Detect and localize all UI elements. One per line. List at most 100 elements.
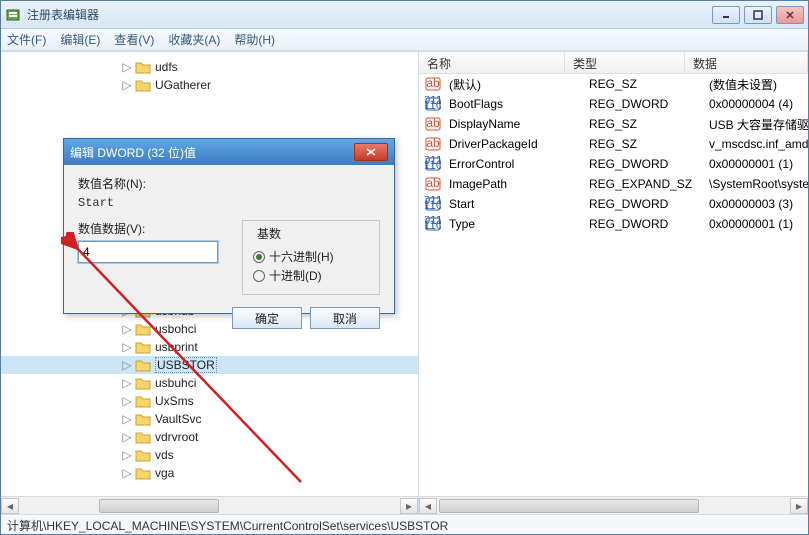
reg-string-icon: ab bbox=[425, 136, 441, 152]
radio-unchecked-icon bbox=[253, 270, 265, 282]
reg-string-icon: ab bbox=[425, 76, 441, 92]
svg-text:110: 110 bbox=[425, 218, 441, 232]
titlebar: 注册表编辑器 bbox=[1, 1, 808, 29]
tree-item[interactable]: ▷USBSTOR bbox=[1, 356, 418, 374]
value-type: REG_DWORD bbox=[581, 157, 701, 171]
value-row[interactable]: 011110StartREG_DWORD0x00000003 (3) bbox=[419, 194, 808, 214]
value-name: Start bbox=[441, 197, 581, 211]
dialog-body: 数值名称(N): Start 数值数据(V): 基数 十六进制(H) bbox=[64, 165, 394, 339]
values-pane: 名称 类型 数据 ab(默认)REG_SZ(数值未设置)011110BootFl… bbox=[419, 52, 808, 514]
menu-view[interactable]: 查看(V) bbox=[114, 31, 154, 48]
value-data-input[interactable] bbox=[78, 241, 218, 263]
folder-icon bbox=[135, 466, 151, 480]
column-name[interactable]: 名称 bbox=[419, 52, 565, 73]
scroll-left-button[interactable]: ◂ bbox=[1, 498, 19, 514]
scroll-track[interactable] bbox=[437, 498, 790, 514]
tree-item-label: usbprint bbox=[155, 340, 198, 354]
tree-item-label: vga bbox=[155, 466, 174, 480]
tree-item[interactable]: ▷VaultSvc bbox=[1, 410, 418, 428]
maximize-button[interactable] bbox=[744, 6, 772, 24]
tree-item[interactable]: ▷UGatherer bbox=[1, 76, 418, 94]
value-row[interactable]: abImagePathREG_EXPAND_SZ\SystemRoot\syst… bbox=[419, 174, 808, 194]
value-data: v_mscdsc.inf_amd64_ne bbox=[701, 137, 808, 151]
value-data: USB 大容量存储驱动程序 bbox=[701, 116, 808, 133]
column-type[interactable]: 类型 bbox=[565, 52, 685, 73]
left-scrollbar-horizontal[interactable]: ◂ ▸ bbox=[1, 496, 418, 514]
scroll-left-button[interactable]: ◂ bbox=[419, 498, 437, 514]
cancel-button[interactable]: 取消 bbox=[310, 307, 380, 329]
value-name: DisplayName bbox=[441, 117, 581, 131]
value-type: REG_SZ bbox=[581, 137, 701, 151]
reg-dword-icon: 011110 bbox=[425, 96, 441, 112]
radix-dec-option[interactable]: 十进制(D) bbox=[253, 267, 369, 284]
tree-item[interactable]: ▷vds bbox=[1, 446, 418, 464]
tree-item-label: usbuhci bbox=[155, 376, 196, 390]
minimize-button[interactable] bbox=[712, 6, 740, 24]
column-data[interactable]: 数据 bbox=[685, 52, 808, 73]
tree-item[interactable]: ▷ udfs bbox=[1, 58, 418, 76]
scroll-thumb[interactable] bbox=[439, 499, 699, 513]
tree-item[interactable]: ▷ usbuhci bbox=[1, 374, 418, 392]
value-row[interactable]: 011110TypeREG_DWORD0x00000001 (1) bbox=[419, 214, 808, 234]
dialog-close-button[interactable] bbox=[354, 143, 388, 161]
right-scrollbar-horizontal[interactable]: ◂ ▸ bbox=[419, 496, 808, 514]
value-type: REG_DWORD bbox=[581, 97, 701, 111]
expander-icon[interactable]: ▷ bbox=[121, 395, 133, 407]
menu-file[interactable]: 文件(F) bbox=[7, 31, 46, 48]
value-row[interactable]: abDriverPackageIdREG_SZv_mscdsc.inf_amd6… bbox=[419, 134, 808, 154]
edit-dword-dialog: 编辑 DWORD (32 位)值 数值名称(N): Start 数值数据(V):… bbox=[63, 138, 395, 314]
scroll-thumb[interactable] bbox=[99, 499, 219, 513]
radio-checked-icon bbox=[253, 251, 265, 263]
value-data: 0x00000003 (3) bbox=[701, 197, 808, 211]
folder-icon bbox=[135, 376, 151, 390]
dialog-titlebar[interactable]: 编辑 DWORD (32 位)值 bbox=[64, 139, 394, 165]
menu-edit[interactable]: 编辑(E) bbox=[60, 31, 100, 48]
expander-icon[interactable]: ▷ bbox=[121, 467, 133, 479]
scroll-right-button[interactable]: ▸ bbox=[790, 498, 808, 514]
radix-legend: 基数 bbox=[253, 225, 285, 242]
radix-hex-option[interactable]: 十六进制(H) bbox=[253, 248, 369, 265]
value-row[interactable]: 011110BootFlagsREG_DWORD0x00000004 (4) bbox=[419, 94, 808, 114]
values-list[interactable]: ab(默认)REG_SZ(数值未设置)011110BootFlagsREG_DW… bbox=[419, 74, 808, 234]
value-name-display: Start bbox=[78, 196, 380, 210]
value-data: 0x00000001 (1) bbox=[701, 217, 808, 231]
tree-item[interactable]: ▷ usbprint bbox=[1, 338, 418, 356]
value-name: ImagePath bbox=[441, 177, 581, 191]
value-type: REG_EXPAND_SZ bbox=[581, 177, 701, 191]
value-name: (默认) bbox=[441, 76, 581, 93]
value-row[interactable]: 011110ErrorControlREG_DWORD0x00000001 (1… bbox=[419, 154, 808, 174]
value-type: REG_SZ bbox=[581, 117, 701, 131]
tree-item[interactable]: ▷ vga bbox=[1, 464, 418, 482]
expander-icon[interactable]: ▷ bbox=[121, 449, 133, 461]
scroll-right-button[interactable]: ▸ bbox=[400, 498, 418, 514]
tree-item[interactable]: ▷vdrvroot bbox=[1, 428, 418, 446]
expander-icon[interactable]: ▷ bbox=[121, 359, 133, 371]
close-button[interactable] bbox=[776, 6, 804, 24]
ok-button[interactable]: 确定 bbox=[232, 307, 302, 329]
expander-icon[interactable]: ▷ bbox=[121, 413, 133, 425]
menu-help[interactable]: 帮助(H) bbox=[234, 31, 275, 48]
tree-item-label: udfs bbox=[155, 60, 178, 74]
folder-icon bbox=[135, 60, 151, 74]
menu-favorites[interactable]: 收藏夹(A) bbox=[168, 31, 220, 48]
expander-icon[interactable]: ▷ bbox=[121, 431, 133, 443]
radix-dec-label: 十进制(D) bbox=[269, 267, 322, 284]
reg-string-icon: ab bbox=[425, 116, 441, 132]
expander-icon[interactable]: ▷ bbox=[121, 61, 133, 73]
svg-text:110: 110 bbox=[425, 198, 441, 212]
folder-icon bbox=[135, 394, 151, 408]
app-icon bbox=[5, 7, 21, 23]
svg-text:ab: ab bbox=[426, 136, 440, 150]
dialog-title: 编辑 DWORD (32 位)值 bbox=[70, 144, 354, 161]
value-row[interactable]: abDisplayNameREG_SZUSB 大容量存储驱动程序 bbox=[419, 114, 808, 134]
value-name: DriverPackageId bbox=[441, 137, 581, 151]
folder-icon bbox=[135, 448, 151, 462]
tree-item[interactable]: ▷UxSms bbox=[1, 392, 418, 410]
menubar: 文件(F) 编辑(E) 查看(V) 收藏夹(A) 帮助(H) bbox=[1, 29, 808, 51]
scroll-track[interactable] bbox=[19, 498, 400, 514]
expander-icon[interactable]: ▷ bbox=[121, 79, 133, 91]
value-data-label: 数值数据(V): bbox=[78, 220, 224, 237]
expander-icon[interactable]: ▷ bbox=[121, 377, 133, 389]
value-row[interactable]: ab(默认)REG_SZ(数值未设置) bbox=[419, 74, 808, 94]
expander-icon[interactable]: ▷ bbox=[121, 341, 133, 353]
